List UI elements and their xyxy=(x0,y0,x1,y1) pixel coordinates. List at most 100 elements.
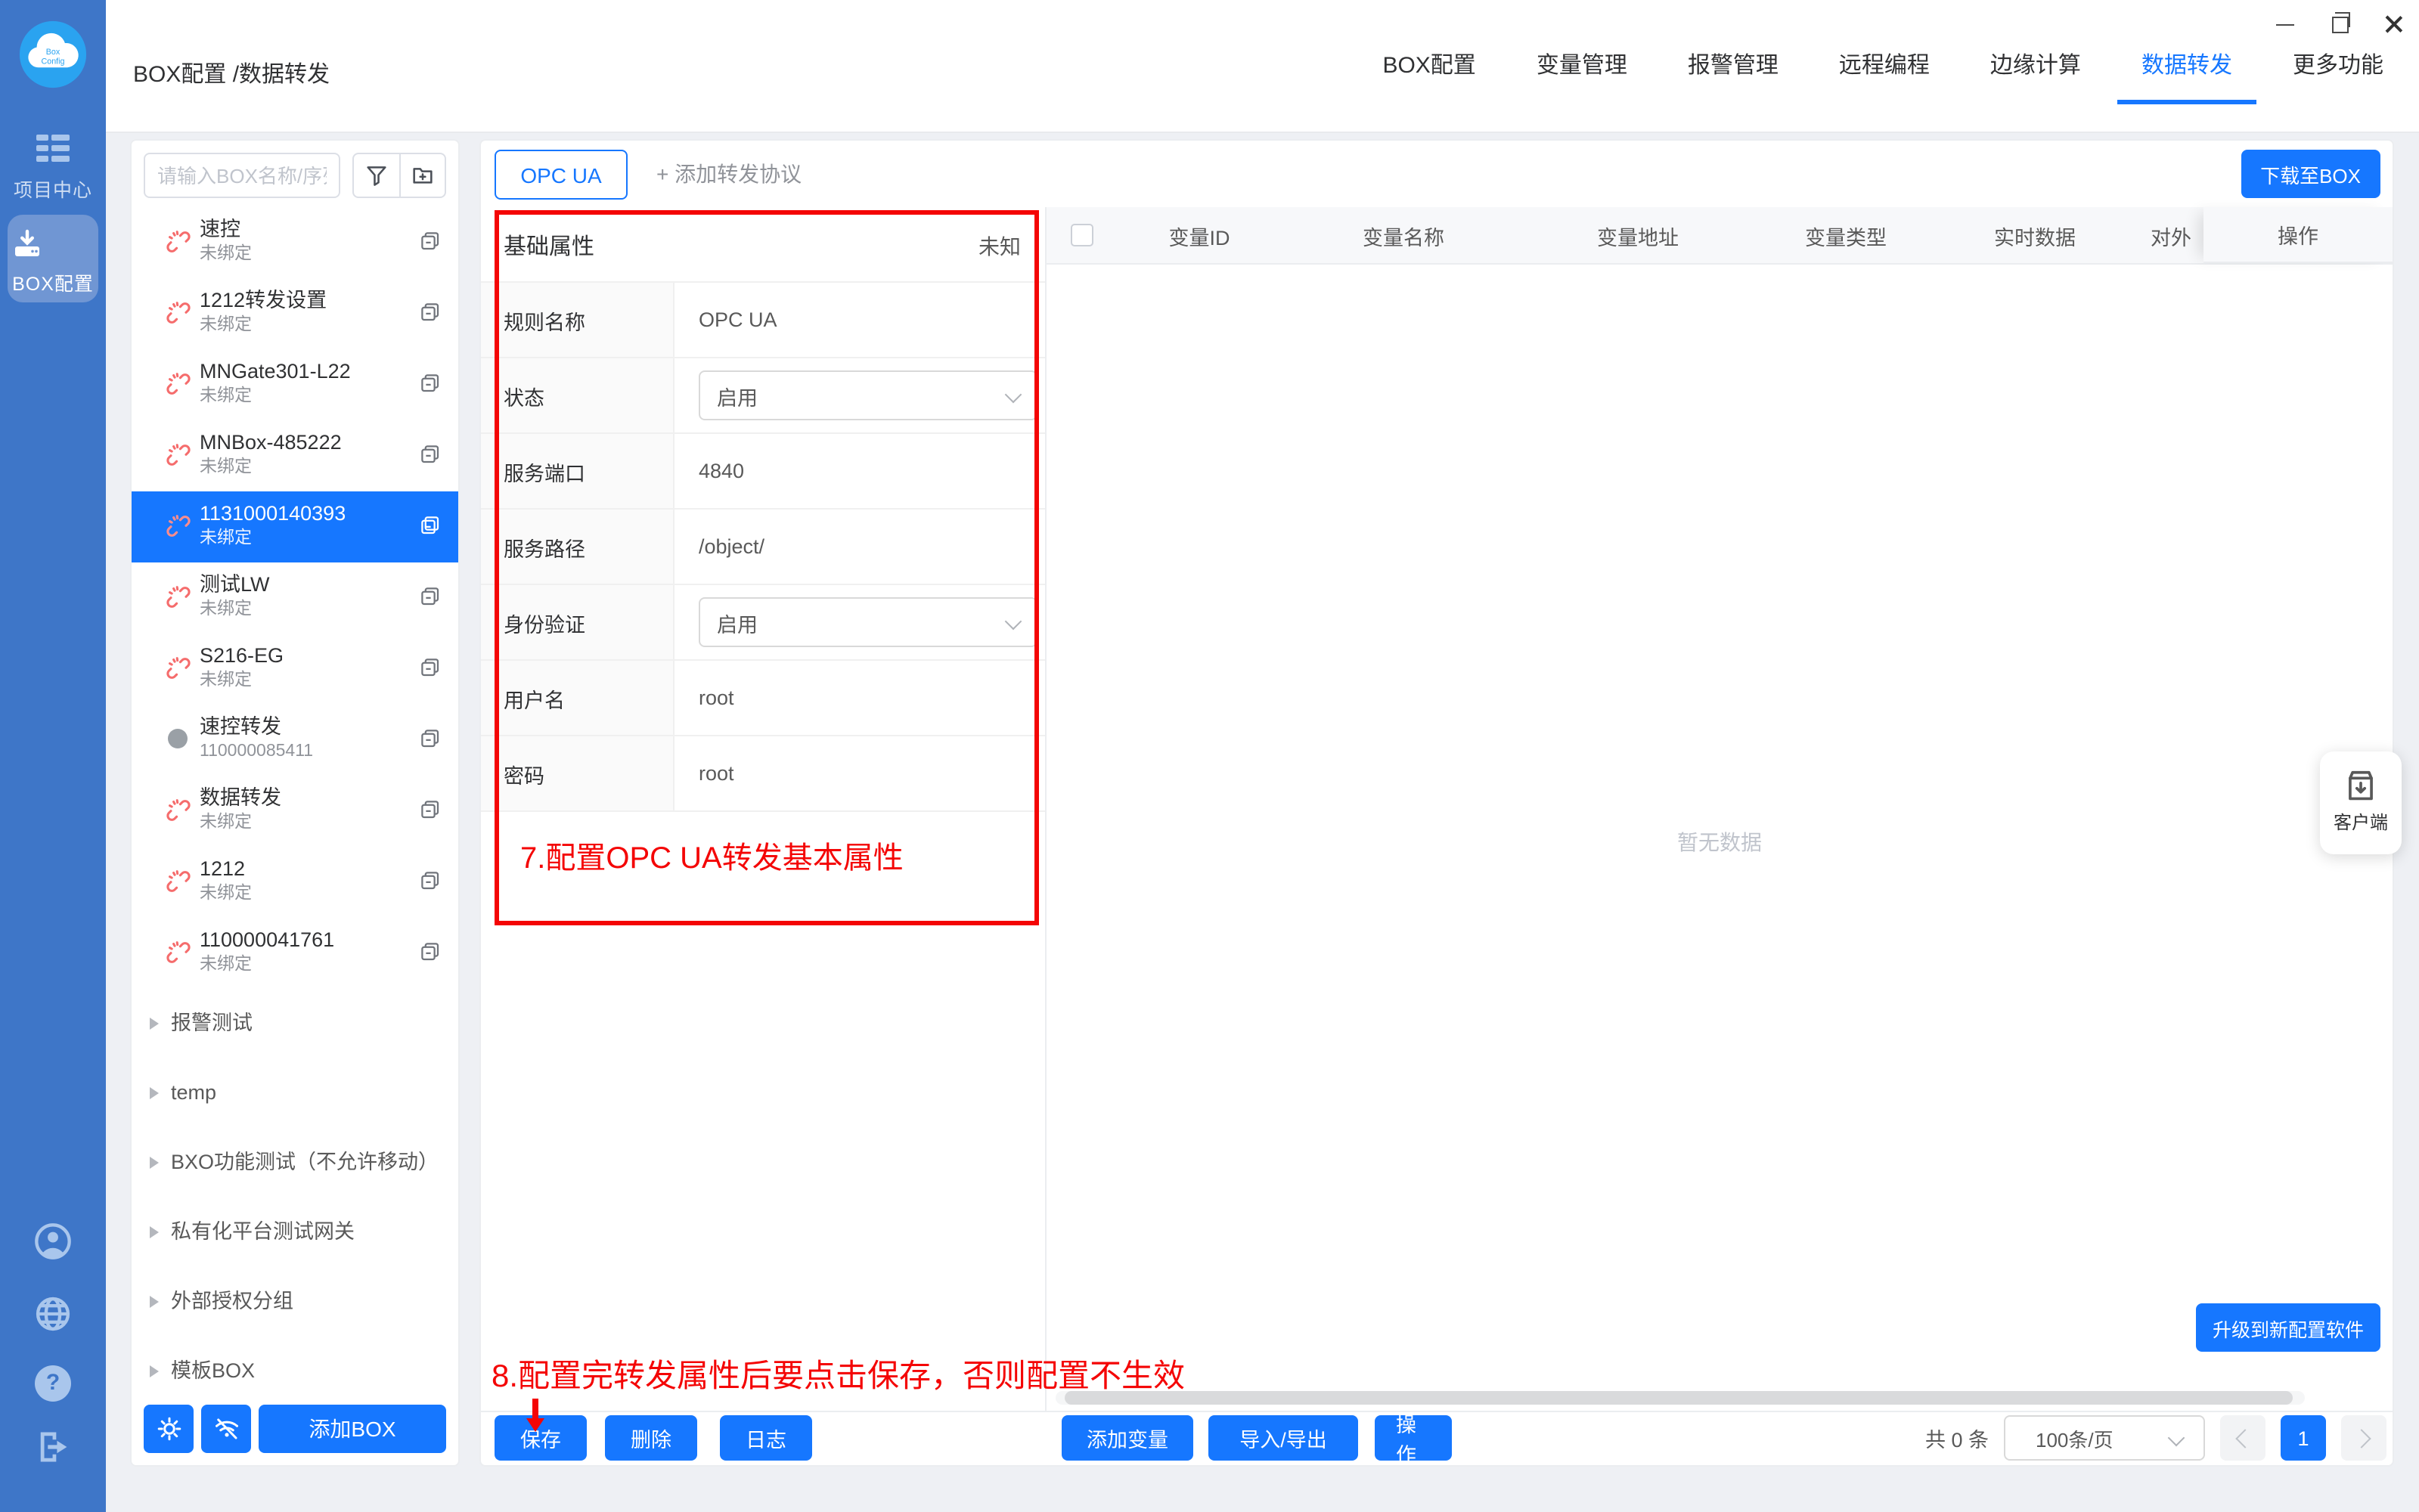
group-row[interactable]: 私有化平台测试网关 xyxy=(132,1198,458,1267)
copy-icon[interactable] xyxy=(419,940,442,963)
copy-icon[interactable] xyxy=(419,514,442,537)
password-field[interactable]: root xyxy=(675,736,1045,810)
copy-icon[interactable] xyxy=(419,656,442,679)
column-operation: 操作 xyxy=(2203,207,2393,263)
add-protocol-button[interactable]: + 添加转发协议 xyxy=(656,141,802,207)
filter-button[interactable] xyxy=(354,154,399,197)
download-to-box-button[interactable]: 下载至BOX xyxy=(2241,150,2380,198)
delete-button[interactable]: 删除 xyxy=(605,1415,697,1461)
box-list-item[interactable]: 测试LW未绑定 xyxy=(132,562,458,634)
close-icon xyxy=(2385,15,2403,33)
sidebar-item-project-center[interactable]: 项目中心 xyxy=(0,133,106,203)
content-area: 速控未绑定 1212转发设置未绑定 MNGate301-L22未绑定 MNBox… xyxy=(106,132,2419,1512)
form-row-service-path: 服务路径 /object/ xyxy=(481,510,1045,585)
caret-right-icon xyxy=(150,1365,159,1377)
box-list-item[interactable]: MNGate301-L22未绑定 xyxy=(132,349,458,420)
group-row[interactable]: 外部授权分组 xyxy=(132,1267,458,1337)
form-row-rule-name: 规则名称 OPC UA xyxy=(481,283,1045,358)
tab-more-functions[interactable]: 更多功能 xyxy=(2293,50,2383,83)
tab-box-config[interactable]: BOX配置 xyxy=(1382,50,1475,83)
gear-icon xyxy=(155,1415,182,1442)
tab-edge-computing[interactable]: 边缘计算 xyxy=(1990,50,2081,83)
box-list-item[interactable]: 速控转发110000085411 xyxy=(132,705,458,776)
select-all-checkbox[interactable] xyxy=(1070,224,1093,246)
globe-icon[interactable] xyxy=(33,1294,73,1334)
help-icon[interactable]: ? xyxy=(33,1364,73,1403)
current-page[interactable]: 1 xyxy=(2281,1415,2326,1461)
copy-icon[interactable] xyxy=(419,727,442,750)
tab-data-forwarding[interactable]: 数据转发 xyxy=(2141,50,2232,83)
copy-icon[interactable] xyxy=(419,301,442,324)
client-widget[interactable]: 客户端 xyxy=(2320,751,2402,854)
service-port-field[interactable]: 4840 xyxy=(675,434,1045,508)
header: BOX配置 /数据转发 BOX配置 变量管理 报警管理 远程编程 边缘计算 数据… xyxy=(106,0,2419,133)
search-input[interactable] xyxy=(144,153,340,198)
add-variable-button[interactable]: 添加变量 xyxy=(1062,1415,1193,1461)
user-avatar-icon[interactable] xyxy=(33,1222,73,1261)
pagination: 共 0 条 100条/页 1 xyxy=(1925,1415,2386,1461)
page-size-select[interactable]: 100条/页 xyxy=(2004,1415,2205,1461)
box-list-item[interactable]: 速控未绑定 xyxy=(132,207,458,278)
upgrade-config-button[interactable]: 升级到新配置软件 xyxy=(2196,1303,2380,1352)
box-list-item[interactable]: 1212转发设置未绑定 xyxy=(132,278,458,349)
box-list-item[interactable]: 数据转发未绑定 xyxy=(132,776,458,847)
add-box-button[interactable]: 添加BOX xyxy=(259,1405,446,1453)
close-button[interactable] xyxy=(2377,11,2411,38)
next-page-button[interactable] xyxy=(2341,1415,2386,1461)
prev-page-button[interactable] xyxy=(2220,1415,2265,1461)
box-list-item[interactable]: S216-EG未绑定 xyxy=(132,634,458,705)
import-export-button[interactable]: 导入/导出 xyxy=(1208,1415,1358,1461)
tab-variable-management[interactable]: 变量管理 xyxy=(1537,50,1627,83)
tab-opc-ua[interactable]: OPC UA xyxy=(495,150,628,200)
group-row[interactable]: temp xyxy=(132,1058,458,1128)
app-logo[interactable]: Box Config xyxy=(18,20,88,89)
operation-button[interactable]: 操作 xyxy=(1375,1415,1452,1461)
copy-icon[interactable] xyxy=(419,443,442,466)
scrollbar-thumb[interactable] xyxy=(1065,1391,2293,1405)
sidebar-item-label: 项目中心 xyxy=(0,174,106,203)
status-select[interactable]: 启用 xyxy=(699,370,1037,420)
logo-text-line1: Box xyxy=(46,48,60,57)
logo-text-line2: Config xyxy=(42,57,65,66)
group-row[interactable]: 报警测试 xyxy=(132,989,458,1058)
box-list-item[interactable]: MNBox-485222未绑定 xyxy=(132,420,458,491)
broken-link-icon xyxy=(166,230,191,254)
broken-link-icon xyxy=(166,656,191,680)
copy-icon[interactable] xyxy=(419,869,442,892)
form-row-service-port: 服务端口 4840 xyxy=(481,434,1045,510)
minimize-button[interactable] xyxy=(2269,11,2302,38)
box-list-item-selected[interactable]: 1131000140393未绑定 xyxy=(132,491,458,562)
form-row-status: 状态 启用 xyxy=(481,358,1045,434)
client-widget-label: 客户端 xyxy=(2320,809,2402,835)
rule-name-field[interactable]: OPC UA xyxy=(675,283,1045,357)
box-list-item[interactable]: 110000041761未绑定 xyxy=(132,918,458,989)
list-tools xyxy=(352,153,446,198)
copy-icon[interactable] xyxy=(419,372,442,395)
empty-state-text: 暂无数据 xyxy=(1047,827,2393,857)
sidebar-item-box-config[interactable]: BOX配置 xyxy=(8,215,98,302)
group-row[interactable]: 模板BOX xyxy=(132,1337,458,1406)
bottom-toolbar: 保存 删除 日志 添加变量 导入/导出 操作 共 0 条 100条/页 1 xyxy=(481,1411,2393,1465)
copy-icon[interactable] xyxy=(419,798,442,821)
restore-button[interactable] xyxy=(2323,11,2356,38)
minimize-icon xyxy=(2276,23,2294,25)
logout-icon[interactable] xyxy=(33,1427,73,1467)
box-list-item[interactable]: 1212未绑定 xyxy=(132,847,458,918)
filter-funnel-icon xyxy=(364,163,389,187)
client-download-box-icon xyxy=(2341,765,2380,804)
annotation-step7: 7.配置OPC UA转发基本属性 xyxy=(520,833,904,877)
service-path-field[interactable]: /object/ xyxy=(675,510,1045,584)
log-button[interactable]: 日志 xyxy=(720,1415,812,1461)
offline-mode-button[interactable] xyxy=(201,1405,251,1453)
left-rail: Box Config 项目中心 BOX配置 xyxy=(0,0,106,1512)
variables-table: 变量ID 变量名称 变量地址 变量类型 实时数据 对外 操作 暂无数据 升级到新… xyxy=(1045,207,2393,1412)
tab-alarm-management[interactable]: 报警管理 xyxy=(1688,50,1779,83)
settings-button[interactable] xyxy=(144,1405,194,1453)
copy-icon[interactable] xyxy=(419,230,442,253)
copy-icon[interactable] xyxy=(419,585,442,608)
add-group-button[interactable] xyxy=(399,154,445,197)
authentication-select[interactable]: 启用 xyxy=(699,597,1037,647)
username-field[interactable]: root xyxy=(675,661,1045,735)
tab-remote-programming[interactable]: 远程编程 xyxy=(1839,50,1930,83)
group-row[interactable]: BXO功能测试（不允许移动） xyxy=(132,1128,458,1198)
